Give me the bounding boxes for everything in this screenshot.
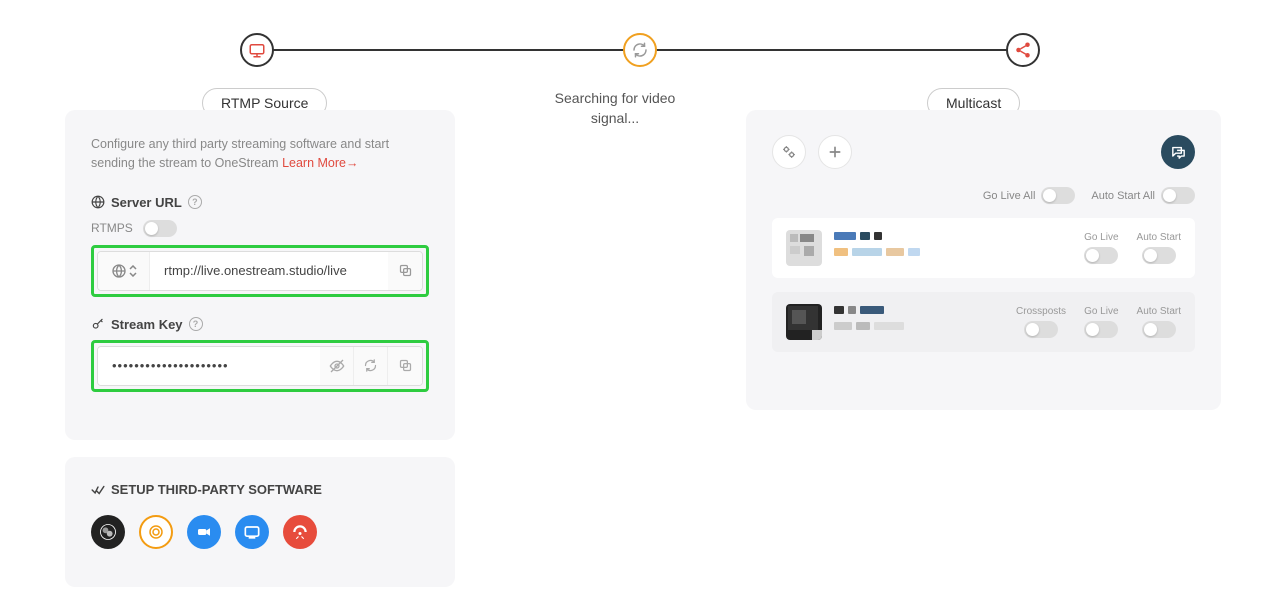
chevron-updown-icon — [129, 265, 137, 277]
help-icon[interactable]: ? — [189, 317, 203, 331]
zoom-icon[interactable] — [187, 515, 221, 549]
crossposts-label: Crossposts — [1016, 306, 1066, 317]
reveal-key-button[interactable] — [320, 347, 354, 385]
check-icon — [91, 483, 105, 497]
gears-icon — [781, 144, 797, 160]
destination-avatar — [786, 230, 822, 266]
third-party-card: SETUP THIRD-PARTY SOFTWARE — [65, 457, 455, 587]
obs-icon[interactable] — [91, 515, 125, 549]
destination-row: Go Live Auto Start — [772, 218, 1195, 278]
chat-button[interactable] — [1161, 135, 1195, 169]
destination-info — [834, 306, 1016, 338]
learn-more-link[interactable]: Learn More→ — [282, 156, 358, 170]
server-url-input[interactable] — [150, 252, 388, 290]
key-icon — [91, 317, 105, 331]
multicast-card: Go Live All Auto Start All Go Live Auto … — [746, 110, 1221, 410]
copy-icon — [398, 358, 413, 373]
rtmp-desc: Configure any third party streaming soft… — [91, 135, 429, 173]
copy-key-button[interactable] — [388, 347, 422, 385]
dest-go-live-toggle[interactable] — [1084, 247, 1118, 264]
go-live-label: Go Live — [1084, 306, 1118, 317]
step-searching — [623, 33, 657, 67]
stream-key-label: Stream Key ? — [91, 317, 429, 332]
copy-server-url-button[interactable] — [388, 252, 422, 290]
step-rtmp-source[interactable] — [240, 33, 274, 67]
wirecast-icon[interactable] — [283, 515, 317, 549]
help-icon[interactable]: ? — [188, 195, 202, 209]
dest-auto-start-toggle[interactable] — [1142, 321, 1176, 338]
destination-avatar — [786, 304, 822, 340]
regenerate-key-button[interactable] — [354, 347, 388, 385]
settings-button[interactable] — [772, 135, 806, 169]
auto-start-all-toggle[interactable] — [1161, 187, 1195, 204]
go-live-label: Go Live — [1084, 232, 1118, 243]
stream-key-input[interactable]: ••••••••••••••••••••• — [98, 347, 320, 385]
step-multicast[interactable] — [1006, 33, 1040, 67]
server-region-selector[interactable] — [98, 252, 150, 290]
third-party-title: SETUP THIRD-PARTY SOFTWARE — [111, 482, 322, 497]
server-url-label: Server URL ? — [91, 195, 429, 210]
dest-go-live-toggle[interactable] — [1084, 321, 1118, 338]
stream-key-label-text: Stream Key — [111, 317, 183, 332]
go-live-all-label: Go Live All — [983, 190, 1036, 202]
destination-info — [834, 232, 1084, 264]
chat-icon — [1170, 144, 1187, 161]
auto-start-label: Auto Start — [1137, 232, 1181, 243]
go-live-all-toggle[interactable] — [1041, 187, 1075, 204]
rtmps-toggle[interactable] — [143, 220, 177, 237]
refresh-icon — [363, 358, 378, 373]
streamlabs-icon[interactable] — [139, 515, 173, 549]
server-url-highlight — [91, 245, 429, 297]
rtmp-source-card: Configure any third party streaming soft… — [65, 110, 455, 440]
server-url-label-text: Server URL — [111, 195, 182, 210]
step-label-searching: Searching for video signal... — [540, 88, 690, 129]
globe-icon — [91, 195, 105, 209]
copy-icon — [398, 263, 413, 278]
stream-key-highlight: ••••••••••••••••••••• — [91, 340, 429, 392]
dest-crossposts-toggle[interactable] — [1024, 321, 1058, 338]
rtmps-label: RTMPS — [91, 221, 133, 235]
xsplit-icon[interactable] — [235, 515, 269, 549]
auto-start-label: Auto Start — [1137, 306, 1181, 317]
dest-auto-start-toggle[interactable] — [1142, 247, 1176, 264]
destination-row: Crossposts Go Live Auto Start — [772, 292, 1195, 352]
auto-start-all-label: Auto Start All — [1091, 190, 1155, 202]
add-destination-button[interactable] — [818, 135, 852, 169]
plus-icon — [827, 144, 843, 160]
eye-off-icon — [329, 358, 345, 374]
